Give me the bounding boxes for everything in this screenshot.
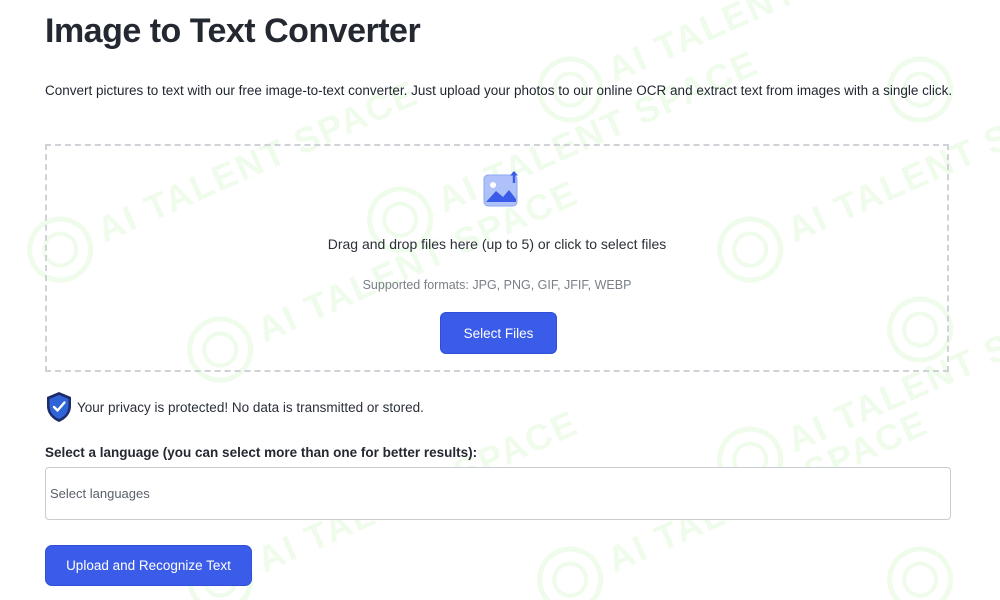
language-select[interactable]: Select languages bbox=[45, 467, 951, 520]
dropzone-instructions: Drag and drop files here (up to 5) or cl… bbox=[327, 236, 667, 252]
select-files-button[interactable]: Select Files bbox=[440, 312, 557, 354]
watermark-mark bbox=[876, 536, 964, 600]
language-label: Select a language (you can select more t… bbox=[45, 445, 478, 460]
watermark-logo-icon bbox=[526, 536, 614, 600]
supported-formats: Supported formats: JPG, PNG, GIF, JFIF, … bbox=[362, 278, 632, 292]
page-description: Convert pictures to text with our free i… bbox=[45, 83, 953, 98]
shield-check-icon bbox=[47, 392, 71, 422]
upload-recognize-button[interactable]: Upload and Recognize Text bbox=[45, 545, 252, 586]
image-upload-icon bbox=[483, 171, 518, 207]
page-title: Image to Text Converter bbox=[45, 12, 421, 50]
file-dropzone[interactable]: Drag and drop files here (up to 5) or cl… bbox=[45, 144, 949, 372]
language-select-placeholder: Select languages bbox=[50, 486, 150, 501]
watermark-logo-icon bbox=[876, 536, 964, 600]
watermark-mark: AI TALENT SPACE bbox=[526, 0, 940, 134]
privacy-text: Your privacy is protected! No data is tr… bbox=[77, 399, 424, 415]
watermark-text: AI TALENT SPACE bbox=[600, 0, 935, 91]
privacy-notice: Your privacy is protected! No data is tr… bbox=[45, 391, 424, 423]
